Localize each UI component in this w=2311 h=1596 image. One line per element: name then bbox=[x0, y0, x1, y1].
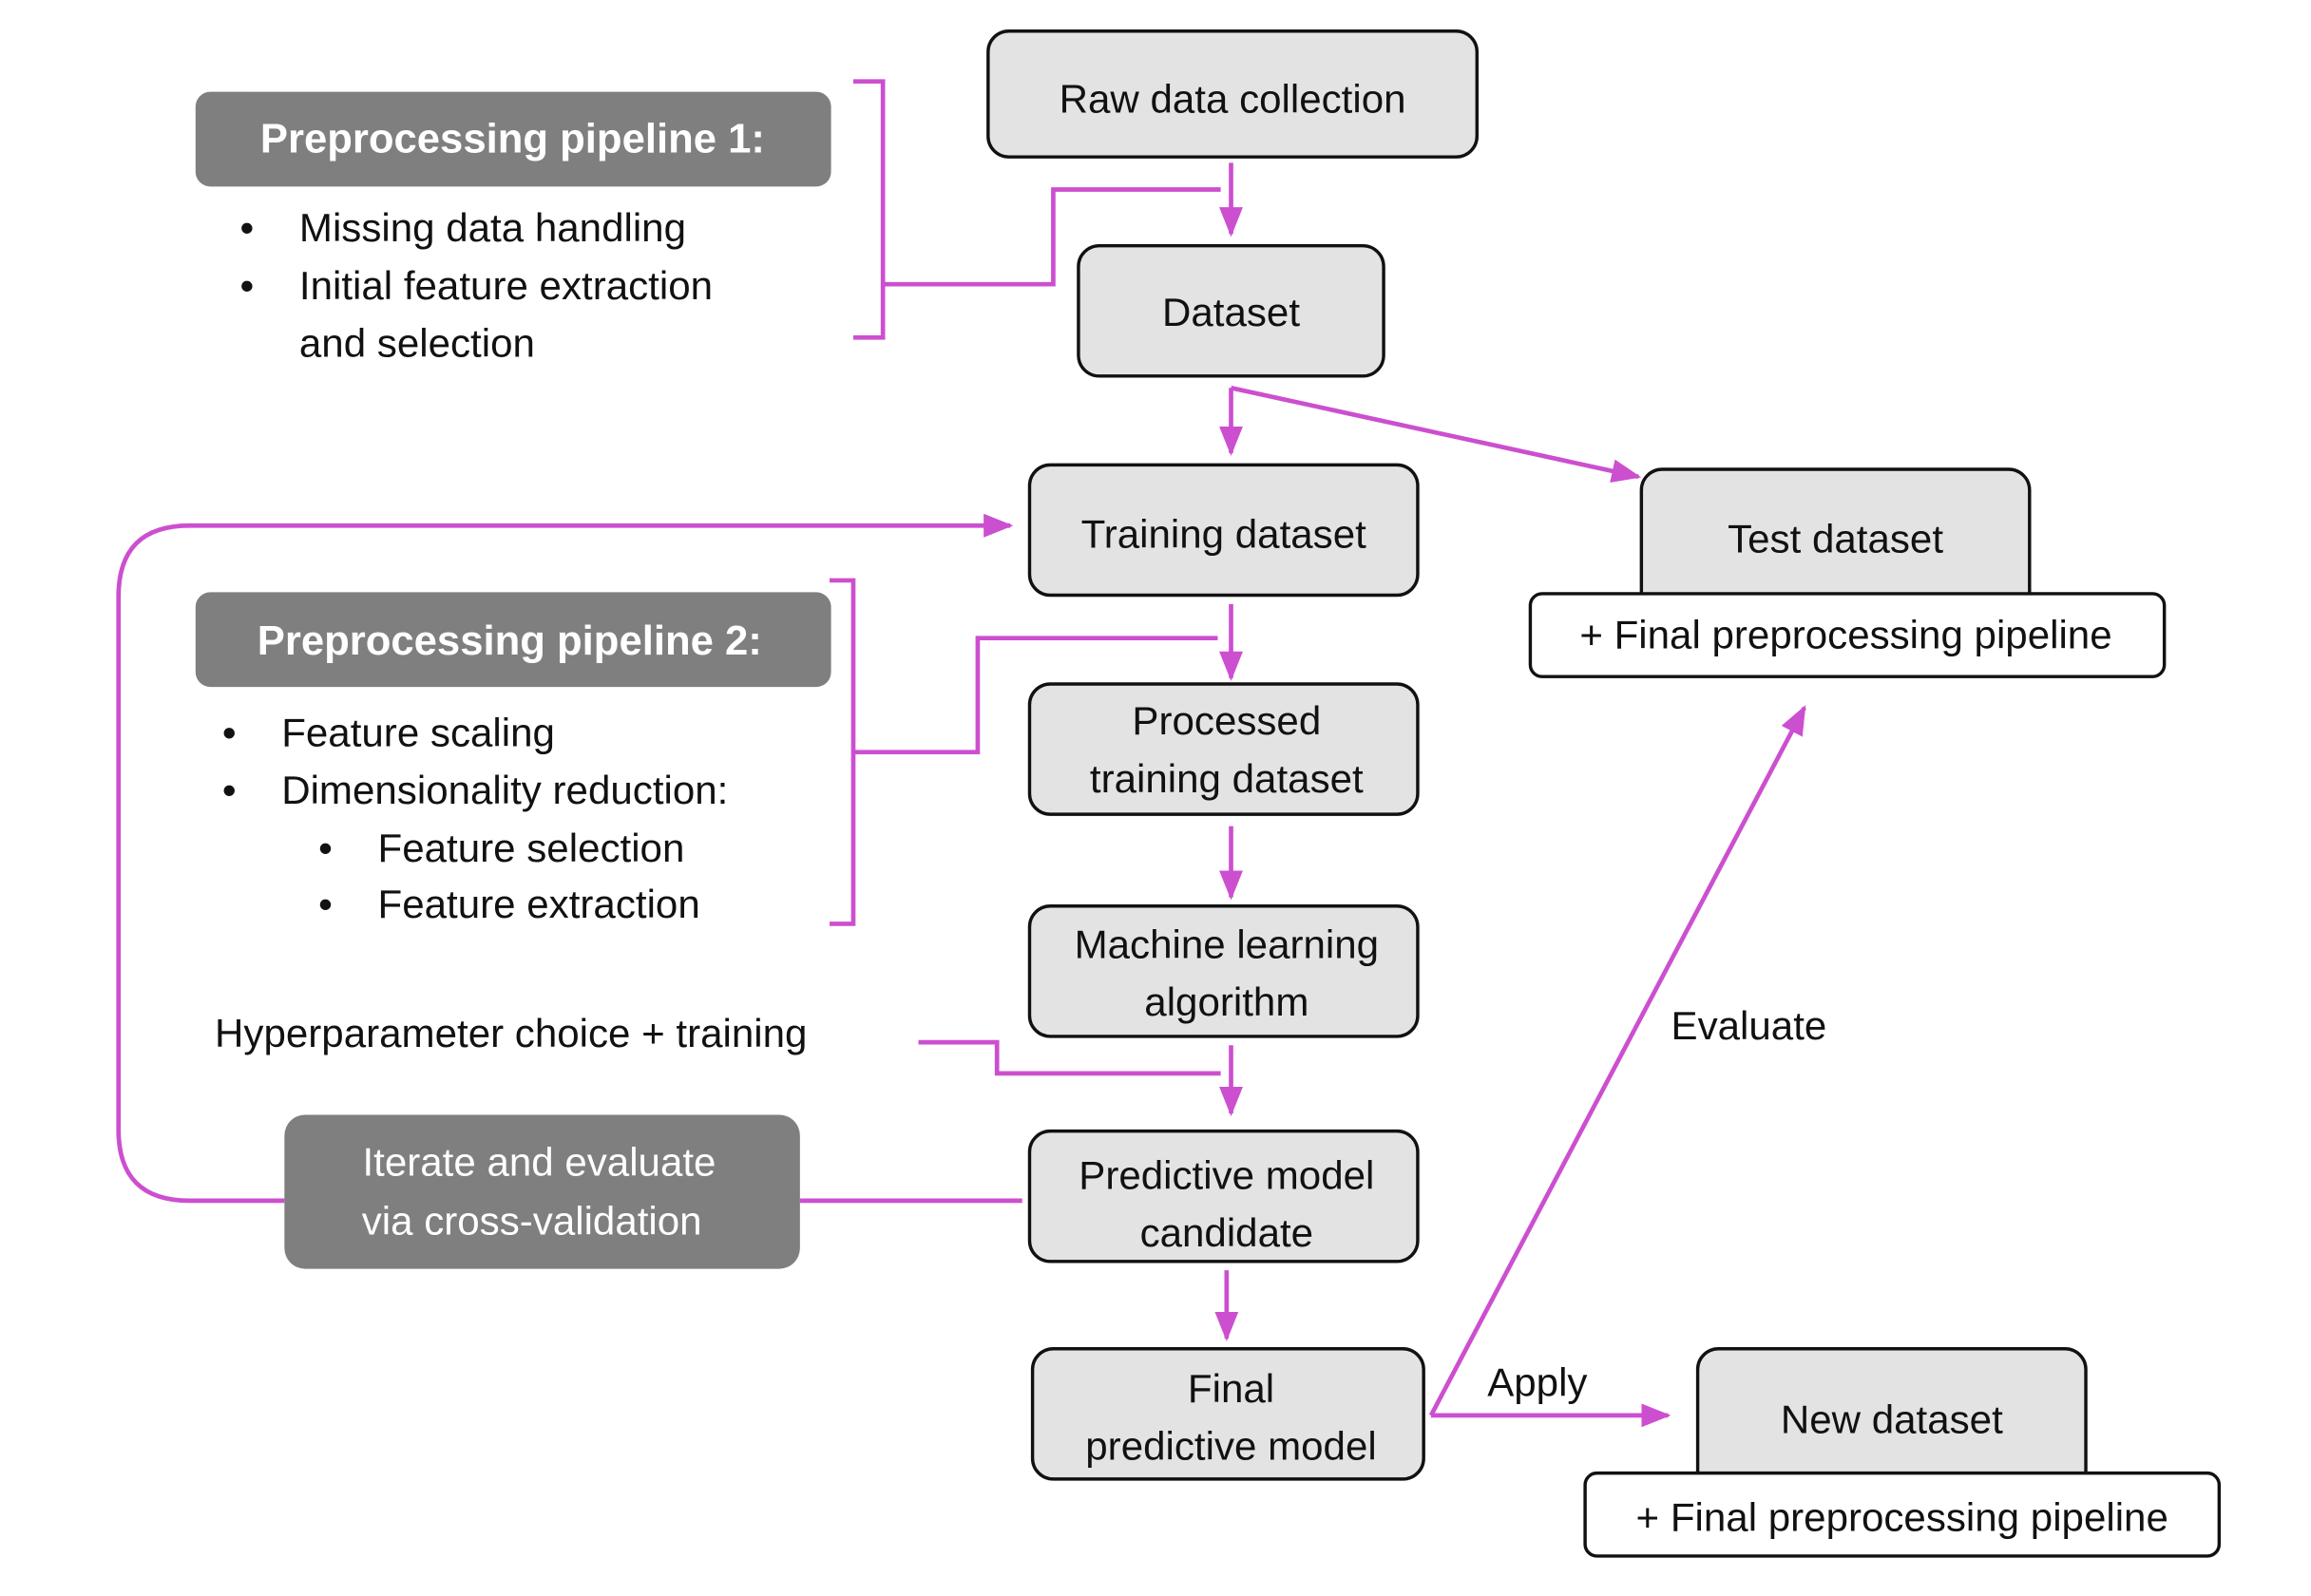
node-candidate-label-1: Predictive model bbox=[1079, 1152, 1374, 1197]
pipeline1-item: Initial feature extraction bbox=[299, 263, 713, 308]
pipeline2-bracket bbox=[830, 578, 856, 926]
node-ml-label-1: Machine learning bbox=[1075, 922, 1380, 966]
node-new-pipeline: + Final preprocessing pipeline bbox=[1583, 1471, 2222, 1558]
pipeline2-item: Feature scaling bbox=[281, 710, 555, 754]
bullet-icon: • bbox=[222, 768, 237, 812]
iterate-label-2: via cross-validation bbox=[362, 1199, 702, 1244]
node-final-label-1: Final bbox=[1188, 1366, 1274, 1411]
arrow-evaluate bbox=[1428, 705, 1806, 1416]
hyperparameter-link bbox=[918, 1039, 1221, 1076]
bullet-icon: • bbox=[318, 826, 333, 870]
node-model-candidate: Predictive model candidate bbox=[1027, 1129, 1420, 1264]
evaluate-label: Evaluate bbox=[1671, 1003, 1827, 1048]
node-processed-label-2: training dataset bbox=[1090, 756, 1364, 801]
node-final-label-2: predictive model bbox=[1085, 1424, 1376, 1469]
pipeline2-subitem: Feature extraction bbox=[378, 882, 700, 926]
pipeline1-panel: Preprocessing pipeline 1: • Missing data… bbox=[195, 91, 831, 366]
node-test-pipeline: + Final preprocessing pipeline bbox=[1528, 592, 2167, 678]
node-ml-label-2: algorithm bbox=[1144, 979, 1308, 1024]
ml-workflow-diagram: Raw data collection Dataset Training dat… bbox=[116, 29, 2222, 1558]
pipeline2-item: Dimensionality reduction: bbox=[281, 768, 728, 812]
bullet-icon: • bbox=[240, 263, 255, 308]
iterate-label-1: Iterate and evaluate bbox=[362, 1139, 716, 1184]
node-candidate-label-2: candidate bbox=[1140, 1210, 1314, 1255]
bullet-icon: • bbox=[222, 710, 237, 754]
node-new-dataset-label: New dataset bbox=[1781, 1397, 2003, 1442]
pipeline1-item: Missing data handling bbox=[299, 205, 686, 250]
iterate-panel: Iterate and evaluate via cross-validatio… bbox=[284, 1114, 800, 1269]
node-test-pipeline-label: + Final preprocessing pipeline bbox=[1579, 613, 2111, 657]
node-processed-training: Processed training dataset bbox=[1027, 682, 1420, 816]
node-raw-data: Raw data collection bbox=[986, 29, 1480, 159]
node-training-dataset-label: Training dataset bbox=[1081, 512, 1367, 557]
node-final-model: Final predictive model bbox=[1030, 1347, 1425, 1481]
node-raw-data-label: Raw data collection bbox=[1060, 76, 1406, 121]
pipeline1-title: Preprocessing pipeline 1: bbox=[260, 116, 765, 162]
node-test-dataset-label: Test dataset bbox=[1728, 516, 1943, 560]
hyperparameter-label: Hyperparameter choice + training bbox=[215, 1011, 807, 1055]
node-new-pipeline-label: + Final preprocessing pipeline bbox=[1636, 1494, 2168, 1539]
pipeline2-subitem: Feature selection bbox=[378, 826, 685, 870]
pipeline1-bracket bbox=[852, 79, 886, 340]
pipeline2-panel: Preprocessing pipeline 2: • Feature scal… bbox=[195, 592, 831, 926]
node-training-dataset: Training dataset bbox=[1027, 463, 1420, 598]
pipeline2-title: Preprocessing pipeline 2: bbox=[258, 618, 762, 664]
bullet-icon: • bbox=[240, 205, 255, 250]
node-dataset-label: Dataset bbox=[1162, 290, 1300, 334]
node-processed-label-1: Processed bbox=[1132, 698, 1321, 743]
apply-label: Apply bbox=[1487, 1360, 1587, 1405]
node-dataset: Dataset bbox=[1077, 243, 1385, 378]
bullet-icon: • bbox=[318, 882, 333, 926]
pipeline1-item: and selection bbox=[299, 321, 535, 366]
node-ml-algorithm: Machine learning algorithm bbox=[1027, 904, 1420, 1038]
